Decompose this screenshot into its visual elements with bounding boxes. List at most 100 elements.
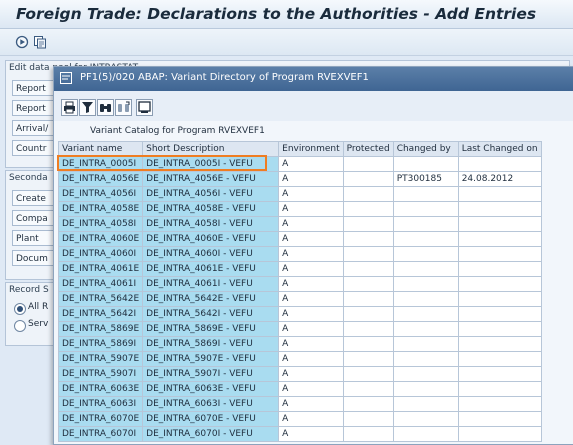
table-row[interactable]: DE_INTRA_4060E DE_INTRA_4060E - VEFU A [57, 231, 542, 247]
variant-name-cell[interactable]: DE_INTRA_4061I [57, 276, 144, 292]
short-description-cell[interactable]: DE_INTRA_4060E - VEFU [142, 231, 280, 247]
short-description-cell[interactable]: DE_INTRA_4056I - VEFU [142, 186, 280, 202]
last-changed-on-cell[interactable] [457, 426, 542, 442]
variant-name-cell[interactable]: DE_INTRA_5869I [57, 336, 144, 352]
variant-name-cell[interactable]: DE_INTRA_5907I [57, 366, 144, 382]
table-row[interactable]: DE_INTRA_4056I DE_INTRA_4056I - VEFU A [57, 186, 542, 202]
print-icon[interactable] [61, 99, 78, 116]
variant-name-cell[interactable]: DE_INTRA_4060E [57, 231, 144, 247]
last-changed-on-cell[interactable] [457, 186, 542, 202]
environment-cell[interactable]: A [278, 171, 344, 187]
changed-by-cell[interactable] [392, 321, 459, 337]
environment-cell[interactable]: A [278, 276, 344, 292]
environment-cell[interactable]: A [278, 261, 344, 277]
variant-name-cell[interactable]: DE_INTRA_5907E [57, 351, 144, 367]
last-changed-on-cell[interactable] [457, 231, 542, 247]
short-description-cell[interactable]: DE_INTRA_0005I - VEFU [142, 156, 280, 172]
variant-name-cell[interactable]: DE_INTRA_4056I [57, 186, 144, 202]
column-header-environment[interactable]: Environment [278, 141, 344, 157]
find-next-icon[interactable] [115, 99, 132, 116]
last-changed-on-cell[interactable] [457, 156, 542, 172]
protected-cell[interactable] [342, 246, 394, 262]
variant-name-cell[interactable]: DE_INTRA_4058E [57, 201, 144, 217]
column-header-last-changed-on[interactable]: Last Changed on [457, 141, 542, 157]
protected-cell[interactable] [342, 201, 394, 217]
table-row[interactable]: DE_INTRA_4061E DE_INTRA_4061E - VEFU A [57, 261, 542, 277]
last-changed-on-cell[interactable] [457, 336, 542, 352]
protected-cell[interactable] [342, 411, 394, 427]
table-row[interactable]: DE_INTRA_5907I DE_INTRA_5907I - VEFU A [57, 366, 542, 382]
table-row[interactable]: DE_INTRA_4058E DE_INTRA_4058E - VEFU A [57, 201, 542, 217]
changed-by-cell[interactable] [392, 261, 459, 277]
last-changed-on-cell[interactable] [457, 396, 542, 412]
table-row[interactable]: DE_INTRA_6070I DE_INTRA_6070I - VEFU A [57, 426, 542, 442]
protected-cell[interactable] [342, 156, 394, 172]
environment-cell[interactable]: A [278, 411, 344, 427]
protected-cell[interactable] [342, 186, 394, 202]
protected-cell[interactable] [342, 426, 394, 442]
changed-by-cell[interactable] [392, 411, 459, 427]
last-changed-on-cell[interactable] [457, 201, 542, 217]
protected-cell[interactable] [342, 171, 394, 187]
all-records-radio[interactable] [14, 303, 26, 315]
short-description-cell[interactable]: DE_INTRA_4061E - VEFU [142, 261, 280, 277]
last-changed-on-cell[interactable] [457, 261, 542, 277]
changed-by-cell[interactable] [392, 216, 459, 232]
protected-cell[interactable] [342, 306, 394, 322]
short-description-cell[interactable]: DE_INTRA_5907E - VEFU [142, 351, 280, 367]
variant-name-cell[interactable]: DE_INTRA_0005I [57, 156, 144, 172]
changed-by-cell[interactable] [392, 276, 459, 292]
changed-by-cell[interactable]: PT300185 [392, 171, 459, 187]
short-description-cell[interactable]: DE_INTRA_5907I - VEFU [142, 366, 280, 382]
protected-cell[interactable] [342, 396, 394, 412]
changed-by-cell[interactable] [392, 426, 459, 442]
last-changed-on-cell[interactable] [457, 216, 542, 232]
variant-name-cell[interactable]: DE_INTRA_5642E [57, 291, 144, 307]
short-description-cell[interactable]: DE_INTRA_5642I - VEFU [142, 306, 280, 322]
table-row[interactable]: DE_INTRA_5642E DE_INTRA_5642E - VEFU A [57, 291, 542, 307]
environment-cell[interactable]: A [278, 291, 344, 307]
variant-name-cell[interactable]: DE_INTRA_6070E [57, 411, 144, 427]
protected-cell[interactable] [342, 321, 394, 337]
column-header-changed-by[interactable]: Changed by [392, 141, 459, 157]
variant-name-cell[interactable]: DE_INTRA_4060I [57, 246, 144, 262]
last-changed-on-cell[interactable] [457, 276, 542, 292]
changed-by-cell[interactable] [392, 306, 459, 322]
changed-by-cell[interactable] [392, 351, 459, 367]
last-changed-on-cell[interactable] [457, 411, 542, 427]
short-description-cell[interactable]: DE_INTRA_4058E - VEFU [142, 201, 280, 217]
table-row[interactable]: DE_INTRA_4058I DE_INTRA_4058I - VEFU A [57, 216, 542, 232]
variant-name-cell[interactable]: DE_INTRA_4056E [57, 171, 144, 187]
short-description-cell[interactable]: DE_INTRA_6063E - VEFU [142, 381, 280, 397]
dialog-title-bar[interactable]: PF1(5)/020 ABAP: Variant Directory of Pr… [54, 67, 573, 91]
environment-cell[interactable]: A [278, 381, 344, 397]
protected-cell[interactable] [342, 336, 394, 352]
last-changed-on-cell[interactable] [457, 321, 542, 337]
last-changed-on-cell[interactable]: 24.08.2012 [457, 171, 542, 187]
table-row[interactable]: DE_INTRA_5869I DE_INTRA_5869I - VEFU A [57, 336, 542, 352]
changed-by-cell[interactable] [392, 156, 459, 172]
protected-cell[interactable] [342, 231, 394, 247]
variant-name-cell[interactable]: DE_INTRA_4058I [57, 216, 144, 232]
execute-icon[interactable] [15, 35, 29, 49]
last-changed-on-cell[interactable] [457, 291, 542, 307]
changed-by-cell[interactable] [392, 246, 459, 262]
changed-by-cell[interactable] [392, 396, 459, 412]
environment-cell[interactable]: A [278, 246, 344, 262]
table-row[interactable]: DE_INTRA_4060I DE_INTRA_4060I - VEFU A [57, 246, 542, 262]
environment-cell[interactable]: A [278, 426, 344, 442]
environment-cell[interactable]: A [278, 336, 344, 352]
environment-cell[interactable]: A [278, 366, 344, 382]
variant-icon[interactable] [33, 35, 47, 49]
short-description-cell[interactable]: DE_INTRA_4058I - VEFU [142, 216, 280, 232]
environment-cell[interactable]: A [278, 321, 344, 337]
table-row[interactable]: DE_INTRA_6063E DE_INTRA_6063E - VEFU A [57, 381, 542, 397]
environment-cell[interactable]: A [278, 351, 344, 367]
short-description-cell[interactable]: DE_INTRA_5642E - VEFU [142, 291, 280, 307]
environment-cell[interactable]: A [278, 396, 344, 412]
short-description-cell[interactable]: DE_INTRA_4061I - VEFU [142, 276, 280, 292]
service-radio[interactable] [14, 320, 26, 332]
protected-cell[interactable] [342, 276, 394, 292]
changed-by-cell[interactable] [392, 366, 459, 382]
variant-name-cell[interactable]: DE_INTRA_6063E [57, 381, 144, 397]
